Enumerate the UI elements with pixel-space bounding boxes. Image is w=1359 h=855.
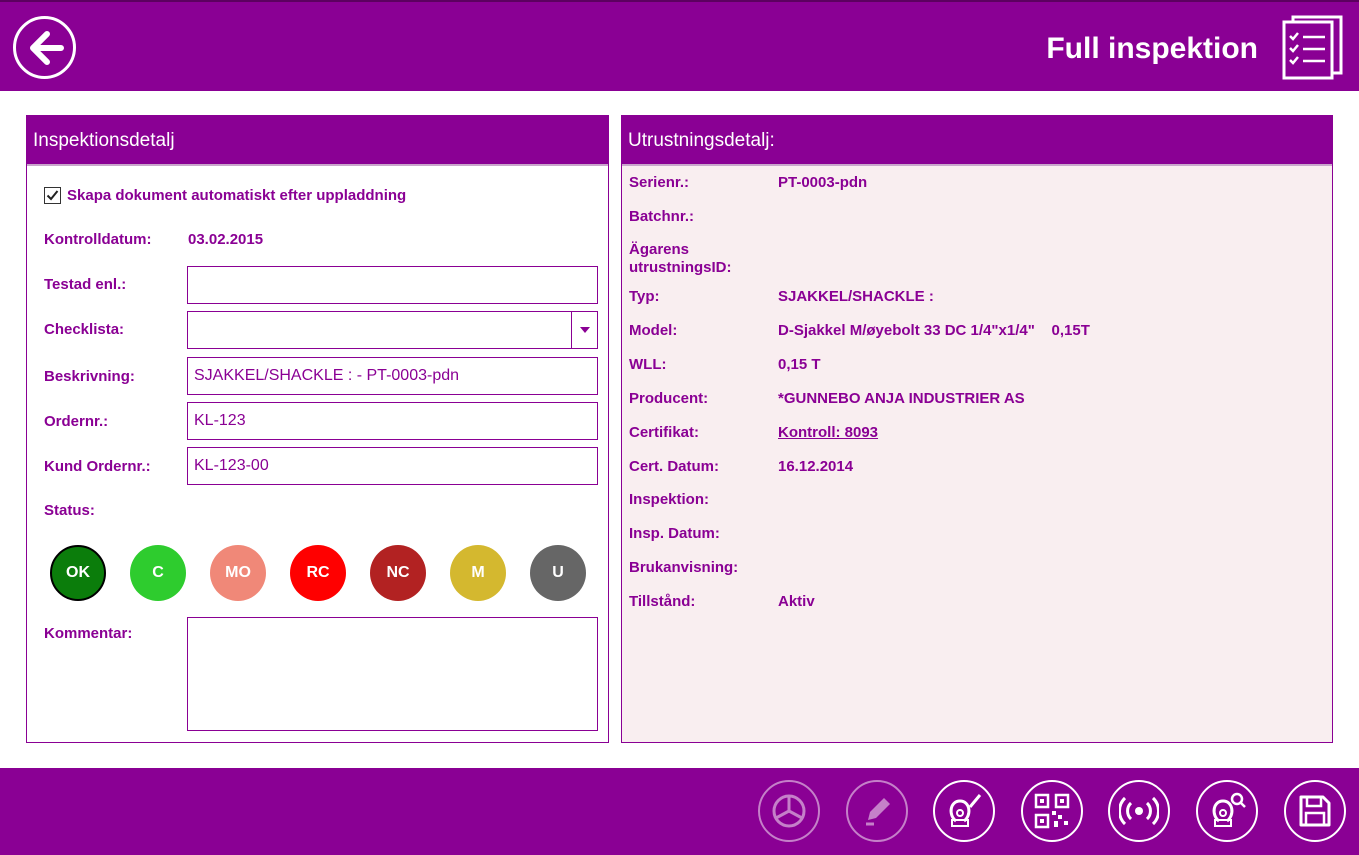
control-date-label: Kontrolldatum: bbox=[44, 231, 152, 248]
cert-date-label: Cert. Datum: bbox=[629, 458, 720, 475]
edit-button[interactable] bbox=[846, 780, 908, 842]
producer-label: Producent: bbox=[629, 390, 709, 407]
order-number-input[interactable]: KL-123 bbox=[187, 402, 598, 440]
checkmark-icon bbox=[46, 190, 59, 201]
comment-textarea[interactable] bbox=[187, 617, 598, 731]
checklist-label: Checklista: bbox=[44, 321, 125, 338]
manual-label: Brukanvisning: bbox=[629, 559, 739, 576]
status-mo-button[interactable]: MO bbox=[210, 545, 266, 601]
certificate-label: Certifikat: bbox=[629, 424, 700, 441]
inspection-date-label: Insp. Datum: bbox=[629, 525, 720, 542]
qr-scan-button[interactable] bbox=[1021, 780, 1083, 842]
save-button[interactable] bbox=[1284, 780, 1346, 842]
serial-label: Serienr.: bbox=[629, 174, 690, 191]
inspection-detail-panel: Inspektionsdetalj Skapa dokument automat… bbox=[26, 115, 609, 743]
edit-shackle-icon bbox=[949, 794, 982, 827]
equipment-detail-title: Utrustningsdetalj: bbox=[622, 116, 1332, 166]
customer-order-input[interactable]: KL-123-00 bbox=[187, 447, 598, 485]
inspection-detail-title: Inspektionsdetalj bbox=[27, 116, 608, 166]
cert-date-value: 16.12.2014 bbox=[778, 458, 854, 475]
order-number-label: Ordernr.: bbox=[44, 413, 109, 430]
certificate-link[interactable]: Kontroll: 8093 bbox=[778, 424, 878, 441]
status-m-button[interactable]: M bbox=[450, 545, 506, 601]
rfid-scan-button[interactable] bbox=[1108, 780, 1170, 842]
inspection-label: Inspektion: bbox=[629, 491, 710, 508]
tested-label: Testad enl.: bbox=[44, 276, 127, 293]
wll-value: 0,15 T bbox=[778, 356, 821, 373]
batch-label: Batchnr.: bbox=[629, 208, 695, 225]
tested-input[interactable] bbox=[187, 266, 598, 304]
serial-value: PT-0003-pdn bbox=[778, 174, 868, 191]
dropdown-arrow-button[interactable] bbox=[571, 312, 597, 348]
auto-document-checkbox[interactable] bbox=[44, 187, 61, 204]
model-value: D-Sjakkel M/øyebolt 33 DC 1/4"x1/4" 0,15… bbox=[778, 322, 1090, 339]
description-input[interactable]: SJAKKEL/SHACKLE : - PT-0003-pdn bbox=[187, 357, 598, 395]
back-button[interactable] bbox=[13, 16, 76, 79]
type-value: SJAKKEL/SHACKLE : bbox=[778, 288, 934, 305]
auto-document-option[interactable]: Skapa dokument automatiskt efter uppladd… bbox=[44, 187, 406, 204]
pencil-icon bbox=[866, 798, 890, 826]
type-label: Typ: bbox=[629, 288, 660, 305]
status-c-button[interactable]: C bbox=[130, 545, 186, 601]
condition-label: Tillstånd: bbox=[629, 593, 696, 610]
search-equipment-button[interactable] bbox=[1196, 780, 1258, 842]
status-buttons: OK C MO RC NC M U bbox=[50, 545, 586, 601]
search-shackle-icon bbox=[1212, 792, 1246, 827]
customer-order-label: Kund Ordernr.: bbox=[44, 458, 151, 475]
condition-value: Aktiv bbox=[778, 593, 815, 610]
control-date-value: 03.02.2015 bbox=[188, 231, 264, 248]
description-label: Beskrivning: bbox=[44, 368, 135, 385]
caret-down-icon bbox=[579, 327, 590, 333]
pie-chart-icon bbox=[772, 794, 806, 828]
status-label: Status: bbox=[44, 502, 95, 519]
edit-equipment-button[interactable] bbox=[933, 780, 995, 842]
qr-code-icon bbox=[1034, 793, 1070, 829]
rfid-icon bbox=[1119, 796, 1159, 826]
page-title: Full inspektion bbox=[1046, 32, 1258, 65]
producer-value: *GUNNEBO ANJA INDUSTRIER AS bbox=[778, 390, 1025, 407]
status-nc-button[interactable]: NC bbox=[370, 545, 426, 601]
comment-label: Kommentar: bbox=[44, 625, 133, 642]
footer-toolbar bbox=[0, 768, 1359, 855]
header-bar: Full inspektion bbox=[0, 0, 1359, 91]
checklist-icon[interactable] bbox=[1281, 14, 1347, 80]
model-label: Model: bbox=[629, 322, 678, 339]
save-icon bbox=[1299, 795, 1331, 827]
status-u-button[interactable]: U bbox=[530, 545, 586, 601]
auto-document-label: Skapa dokument automatiskt efter uppladd… bbox=[67, 187, 407, 204]
equipment-detail-panel: Utrustningsdetalj: Serienr.: PT-0003-pdn… bbox=[621, 115, 1333, 743]
statistics-button[interactable] bbox=[758, 780, 820, 842]
arrow-left-icon bbox=[29, 30, 64, 65]
status-rc-button[interactable]: RC bbox=[290, 545, 346, 601]
checklist-select[interactable] bbox=[187, 311, 598, 349]
owner-equipment-id-label: Ägarens utrustningsID: bbox=[629, 241, 732, 276]
wll-label: WLL: bbox=[629, 356, 667, 373]
status-ok-button[interactable]: OK bbox=[50, 545, 106, 601]
